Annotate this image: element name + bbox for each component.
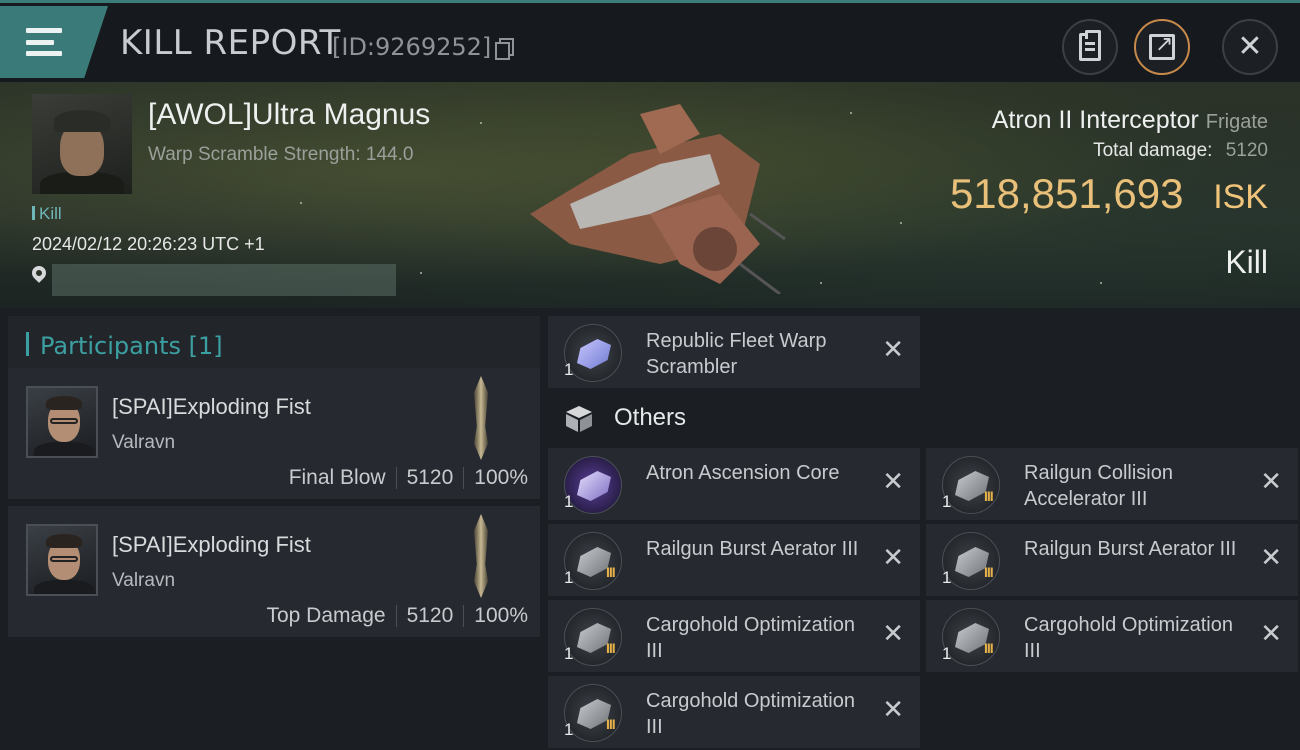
item-name: Railgun Burst Aerator III [1024, 538, 1237, 560]
participant-damage: 5120 [406, 466, 454, 489]
header-bar: KILL REPORT [ID:9269252] ✕ [0, 0, 1300, 82]
item-row[interactable]: 1 Republic Fleet Warp Scrambler ✕ [548, 316, 920, 388]
isk-amount: 518,851,693 [949, 170, 1184, 217]
participant-role: Top Damage [266, 604, 386, 627]
location-pin-icon [29, 263, 49, 283]
x-icon: ✕ [882, 466, 904, 496]
total-damage-label: Total damage: [1093, 140, 1213, 161]
participant-row[interactable]: [SPAI]Exploding Fist Valravn Top Damage … [8, 506, 540, 638]
ship-image[interactable] [510, 94, 790, 294]
participant-name: [SPAI]Exploding Fist [112, 532, 311, 557]
close-button[interactable]: ✕ [1222, 19, 1278, 75]
item-name: Cargohold Optimization III [646, 690, 855, 738]
kill-tag: Kill [32, 204, 62, 224]
victim-name[interactable]: [AWOL]Ultra Magnus [148, 98, 430, 132]
item-quantity: 1 [942, 492, 952, 511]
item-row[interactable]: 1 III Cargohold Optimization III ✕ [926, 600, 1298, 672]
participant-ship: Valravn [112, 570, 176, 591]
isk-value: 518,851,693 ISK [950, 170, 1268, 218]
item-quantity: 1 [564, 492, 574, 511]
tier-badge: III [984, 488, 994, 504]
item-row[interactable]: 1 III Railgun Burst Aerator III ✕ [548, 524, 920, 596]
ship-name-text: Atron II Interceptor [991, 106, 1199, 134]
ship-class: Frigate [1205, 111, 1268, 133]
item-quantity: 1 [564, 720, 574, 739]
victim-banner: [AWOL]Ultra Magnus Warp Scramble Strengt… [0, 82, 1300, 308]
warp-scramble-strength: Warp Scramble Strength: 144.0 [148, 144, 414, 165]
page-title: KILL REPORT [120, 23, 341, 63]
x-icon: ✕ [882, 618, 904, 648]
total-damage: Total damage: 5120 [1093, 140, 1268, 162]
items-panel: 1 Republic Fleet Warp Scrambler ✕ Others… [540, 308, 1300, 750]
item-name: Railgun Burst Aerator III [646, 538, 859, 560]
x-icon: ✕ [1260, 466, 1282, 496]
tier-badge: III [606, 716, 616, 732]
item-name: Republic Fleet Warp Scrambler [646, 330, 827, 378]
item-quantity: 1 [942, 644, 952, 663]
participant-percent: 100% [474, 604, 528, 627]
avatar[interactable] [26, 524, 98, 596]
participant-ship: Valravn [112, 432, 176, 453]
share-button[interactable] [1134, 19, 1190, 75]
ship-name[interactable]: Atron II Interceptor Frigate [992, 106, 1268, 135]
tier-badge: III [606, 564, 616, 580]
avatar[interactable] [26, 386, 98, 458]
participant-ship-icon [474, 514, 488, 598]
participant-damage: 5120 [406, 604, 454, 627]
x-icon: ✕ [1260, 618, 1282, 648]
x-icon: ✕ [882, 542, 904, 572]
item-quantity: 1 [564, 644, 574, 663]
participant-row[interactable]: [SPAI]Exploding Fist Valravn Final Blow … [8, 368, 540, 500]
cube-icon [566, 406, 592, 432]
total-damage-value: 5120 [1225, 140, 1268, 161]
item-row[interactable]: 1 III Cargohold Optimization III ✕ [548, 676, 920, 748]
others-title: Others [614, 404, 687, 431]
participant-role: Final Blow [288, 466, 386, 489]
item-name: Atron Ascension Core [646, 462, 840, 484]
item-name: Cargohold Optimization III [646, 614, 855, 662]
result-label: Kill [1225, 244, 1268, 280]
item-row[interactable]: 1 III Railgun Collision Accelerator III … [926, 448, 1298, 520]
item-row[interactable]: 1 III Railgun Burst Aerator III ✕ [926, 524, 1298, 596]
tier-badge: III [984, 564, 994, 580]
item-name: Cargohold Optimization III [1024, 614, 1233, 662]
participants-panel: Participants [1] [SPAI]Exploding Fist Va… [0, 308, 540, 750]
close-icon: ✕ [1237, 30, 1263, 63]
report-id[interactable]: [ID:9269252] [332, 33, 515, 61]
item-quantity: 1 [564, 568, 574, 587]
clipboard-button[interactable] [1062, 19, 1118, 75]
clipboard-icon [1079, 30, 1101, 61]
item-row[interactable]: 1 III Cargohold Optimization III ✕ [548, 600, 920, 672]
participant-name: [SPAI]Exploding Fist [112, 394, 311, 419]
participant-stats: Final Blow 5120 100% [289, 466, 528, 490]
item-quantity: 1 [564, 360, 574, 379]
x-icon: ✕ [1260, 542, 1282, 572]
report-id-text: [ID:9269252] [332, 33, 492, 61]
participant-ship-icon [474, 376, 488, 460]
copy-icon[interactable] [495, 38, 515, 60]
tier-badge: III [984, 640, 994, 656]
participants-title: Participants [1] [40, 332, 223, 360]
menu-icon [26, 28, 62, 56]
others-header: Others [548, 390, 920, 446]
share-icon [1149, 31, 1175, 60]
item-quantity: 1 [942, 568, 952, 587]
x-icon: ✕ [882, 334, 904, 364]
isk-unit: ISK [1213, 178, 1268, 216]
victim-portrait[interactable] [32, 94, 132, 194]
participants-header: Participants [1] [8, 316, 540, 372]
x-icon: ✕ [882, 694, 904, 724]
item-row[interactable]: 1 Atron Ascension Core ✕ [548, 448, 920, 520]
item-name: Railgun Collision Accelerator III [1024, 462, 1173, 510]
location-field[interactable] [52, 264, 396, 296]
tier-badge: III [606, 640, 616, 656]
participant-percent: 100% [474, 466, 528, 489]
kill-timestamp: 2024/02/12 20:26:23 UTC +1 [32, 234, 265, 254]
menu-button[interactable] [0, 6, 108, 78]
participant-stats: Top Damage 5120 100% [266, 604, 528, 628]
